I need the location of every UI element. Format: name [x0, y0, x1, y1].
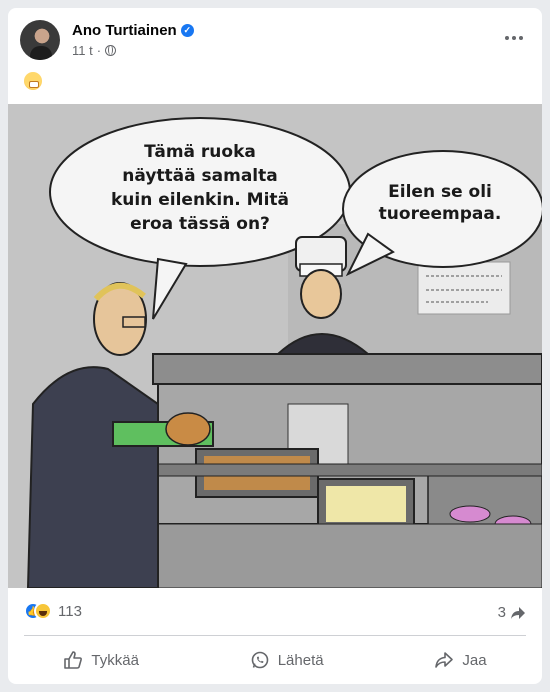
post-timestamp[interactable]: 11 t	[72, 43, 93, 58]
author-avatar[interactable]	[20, 20, 60, 60]
send-label: Lähetä	[277, 651, 324, 669]
globe-icon	[105, 45, 117, 56]
meta-separator: ·	[96, 43, 102, 58]
like-button[interactable]: Tykkää	[43, 641, 159, 679]
haha-reaction-icon	[34, 602, 52, 620]
shares-summary[interactable]: 3	[498, 604, 526, 621]
speech-bubble-customer: Tämä ruoka näyttää samalta kuin eilenkin…	[110, 142, 290, 234]
post-card: Ano Turtiainen ✓ 11 t · Tämä ruoka näytt…	[8, 8, 542, 684]
dot-icon	[505, 36, 509, 40]
post-header: Ano Turtiainen ✓ 11 t ·	[20, 18, 530, 66]
dot-icon	[512, 36, 516, 40]
post-meta: 11 t ·	[72, 43, 117, 58]
whatsapp-icon	[251, 651, 269, 669]
verified-badge-icon: ✓	[180, 24, 194, 37]
reactions-count: 113	[58, 602, 82, 620]
post-image[interactable]: Tämä ruoka näyttää samalta kuin eilenkin…	[8, 104, 542, 588]
shares-count: 3	[497, 604, 506, 621]
speech-bubble-chef: Eilen se oli tuoreempaa.	[378, 182, 502, 224]
share-button[interactable]: Jaa	[414, 641, 506, 679]
actions-divider	[24, 635, 526, 636]
author-row: Ano Turtiainen ✓	[72, 22, 194, 39]
grimacing-face-icon	[24, 72, 42, 90]
share-icon	[435, 652, 454, 668]
reaction-badges: 👍	[24, 602, 52, 620]
like-label: Tykkää	[91, 651, 139, 669]
share-arrow-icon	[511, 606, 525, 619]
post-actions: Tykkää Lähetä Jaa	[8, 641, 542, 679]
send-button[interactable]: Lähetä	[230, 641, 344, 679]
thumbs-up-icon	[64, 651, 83, 669]
author-name[interactable]: Ano Turtiainen	[72, 22, 177, 39]
dot-icon	[519, 36, 523, 40]
more-options-button[interactable]	[498, 26, 530, 50]
reactions-summary[interactable]: 👍 113	[24, 602, 82, 620]
share-label: Jaa	[462, 651, 487, 669]
post-text	[24, 72, 42, 95]
